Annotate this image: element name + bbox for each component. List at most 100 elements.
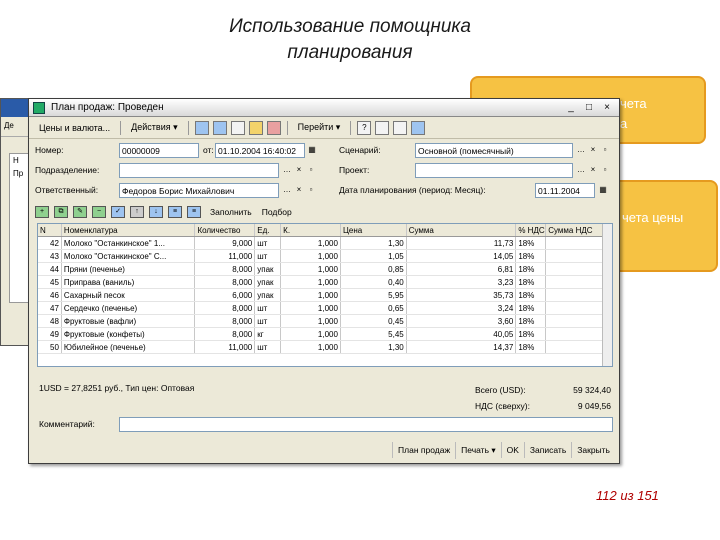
table-cell[interactable]: 45 — [38, 276, 62, 288]
scenario-field[interactable]: Основной (помесячный) — [415, 143, 573, 158]
department-field[interactable] — [119, 163, 279, 178]
table-cell[interactable]: 47 — [38, 302, 62, 314]
table-row[interactable]: 44 Пряни (печенье) 8,000 упак 1,000 0,85 6,81 1… — [38, 263, 612, 276]
table-cell[interactable]: 18% — [516, 237, 547, 249]
project-field[interactable] — [415, 163, 573, 178]
table-cell[interactable]: 5,45 — [341, 328, 407, 340]
table-cell[interactable]: 1,000 — [281, 341, 341, 353]
table-cell[interactable]: 1,000 — [281, 328, 341, 340]
table-cell[interactable]: 8,000 — [195, 315, 256, 327]
table-cell[interactable]: 35,73 — [407, 289, 517, 301]
table-cell[interactable]: Молоко "Останкинское" С... — [62, 250, 196, 262]
select-ellipsis-icon[interactable]: … — [575, 143, 587, 158]
table-cell[interactable]: Фруктовые (конфеты) — [62, 328, 196, 340]
table-cell[interactable]: 11,000 — [195, 250, 256, 262]
table-cell[interactable]: Приправа (ваниль) — [62, 276, 196, 288]
calendar-icon[interactable]: ▦ — [597, 183, 609, 198]
minimize-button[interactable]: _ — [563, 101, 579, 115]
add-row-icon[interactable]: + — [35, 206, 49, 218]
table-row[interactable]: 47 Сердечко (печенье) 8,000 шт 1,000 0,65 3,24… — [38, 302, 612, 315]
select-ellipsis-icon[interactable]: … — [281, 183, 293, 198]
table-row[interactable]: 43 Молоко "Останкинское" С... 11,000 шт 1,00… — [38, 250, 612, 263]
table-cell[interactable]: 18% — [516, 276, 547, 288]
table-cell[interactable]: 11,000 — [195, 341, 256, 353]
column-header[interactable]: К. — [281, 224, 341, 236]
folder-icon[interactable] — [248, 120, 263, 135]
number-field[interactable]: 00000009 — [119, 143, 199, 158]
column-header[interactable]: Сумма — [407, 224, 517, 236]
table-cell[interactable]: 3,24 — [407, 302, 517, 314]
move-down-icon[interactable]: ↓ — [149, 206, 163, 218]
plan-date-field[interactable]: 01.11.2004 — [535, 183, 595, 198]
structure-icon[interactable] — [230, 120, 245, 135]
copy-row-icon[interactable]: ⧉ — [54, 206, 68, 218]
responsible-field[interactable]: Федоров Борис Михайлович — [119, 183, 279, 198]
edit-row-icon[interactable]: ✎ — [73, 206, 87, 218]
open-icon[interactable]: ▫ — [305, 183, 317, 198]
table-icon[interactable] — [411, 120, 426, 135]
sales-plan-button[interactable]: План продаж — [392, 442, 455, 458]
table-cell[interactable]: 1,000 — [281, 237, 341, 249]
table-cell[interactable]: шт — [255, 315, 282, 327]
table-cell[interactable]: 40,05 — [407, 328, 517, 340]
column-header[interactable]: Номенклатура — [62, 224, 196, 236]
clear-icon[interactable]: × — [587, 163, 599, 178]
table-scrollbar[interactable] — [602, 224, 612, 366]
table-cell[interactable]: шт — [255, 302, 282, 314]
table-cell[interactable]: 0,85 — [341, 263, 407, 275]
table-cell[interactable]: Пряни (печенье) — [62, 263, 196, 275]
window-titlebar[interactable]: План продаж: Проведен _ □ × — [29, 99, 619, 117]
calendar-icon[interactable]: ▦ — [306, 143, 318, 158]
table-cell[interactable]: 1,30 — [341, 341, 407, 353]
close-window-button[interactable]: Закрыть — [571, 442, 615, 458]
date-field[interactable]: 01.10.2004 16:40:02 — [215, 143, 305, 158]
table-row[interactable]: 48 Фруктовые (вафли) 8,000 шт 1,000 0,45 3,60 1… — [38, 315, 612, 328]
table-cell[interactable]: 18% — [516, 328, 547, 340]
table-cell[interactable]: упак — [255, 289, 282, 301]
table-cell[interactable]: 1,000 — [281, 289, 341, 301]
actions-menu[interactable]: Действия ▾ — [125, 122, 183, 133]
table-row[interactable]: 45 Приправа (ваниль) 8,000 упак 1,000 0,40 3,2… — [38, 276, 612, 289]
table-cell[interactable]: 0,45 — [341, 315, 407, 327]
table-cell[interactable]: 18% — [516, 302, 547, 314]
table-cell[interactable]: Сердечко (печенье) — [62, 302, 196, 314]
table-cell[interactable]: упак — [255, 276, 282, 288]
clear-icon[interactable]: × — [293, 163, 305, 178]
clear-icon[interactable]: × — [587, 143, 599, 158]
selection-button[interactable]: Подбор — [262, 207, 292, 217]
table-cell[interactable]: 1,000 — [281, 263, 341, 275]
table-row[interactable]: 46 Сахарный песок 6,000 упак 1,000 5,95 35,73 1… — [38, 289, 612, 302]
select-ellipsis-icon[interactable]: … — [575, 163, 587, 178]
table-cell[interactable]: 42 — [38, 237, 62, 249]
table-cell[interactable]: 48 — [38, 315, 62, 327]
fill-button[interactable]: Заполнить — [210, 207, 252, 217]
table-cell[interactable]: 43 — [38, 250, 62, 262]
table-cell[interactable]: 6,81 — [407, 263, 517, 275]
column-header[interactable]: N — [38, 224, 62, 236]
table-cell[interactable]: 9,000 — [195, 237, 256, 249]
delete-row-icon[interactable]: − — [92, 206, 106, 218]
table-cell[interactable]: 46 — [38, 289, 62, 301]
save-button[interactable]: Записать — [523, 442, 571, 458]
unpost-icon[interactable] — [212, 120, 227, 135]
table-cell[interactable]: шт — [255, 250, 282, 262]
table-cell[interactable]: 8,000 — [195, 263, 256, 275]
maximize-button[interactable]: □ — [581, 101, 597, 115]
table-cell[interactable]: Фруктовые (вафли) — [62, 315, 196, 327]
move-up-icon[interactable]: ↑ — [130, 206, 144, 218]
table-cell[interactable]: 14,05 — [407, 250, 517, 262]
table-row[interactable]: 50 Юбилейное (печенье) 11,000 шт 1,000 1,30 14… — [38, 341, 612, 354]
help-icon[interactable]: ? — [357, 120, 372, 135]
table-cell[interactable]: Молоко "Останкинское" 1... — [62, 237, 196, 249]
table-cell[interactable]: 18% — [516, 289, 547, 301]
sort-asc-icon[interactable]: ≡ — [168, 206, 182, 218]
clear-icon[interactable]: × — [293, 183, 305, 198]
table-cell[interactable]: 6,000 — [195, 289, 256, 301]
list-icon[interactable] — [375, 120, 390, 135]
column-header[interactable]: Цена — [341, 224, 407, 236]
table-cell[interactable]: 3,60 — [407, 315, 517, 327]
ok-button[interactable]: OK — [500, 442, 524, 458]
table-cell[interactable]: 18% — [516, 315, 547, 327]
table-cell[interactable]: 5,95 — [341, 289, 407, 301]
sort-desc-icon[interactable]: ≡ — [187, 206, 201, 218]
